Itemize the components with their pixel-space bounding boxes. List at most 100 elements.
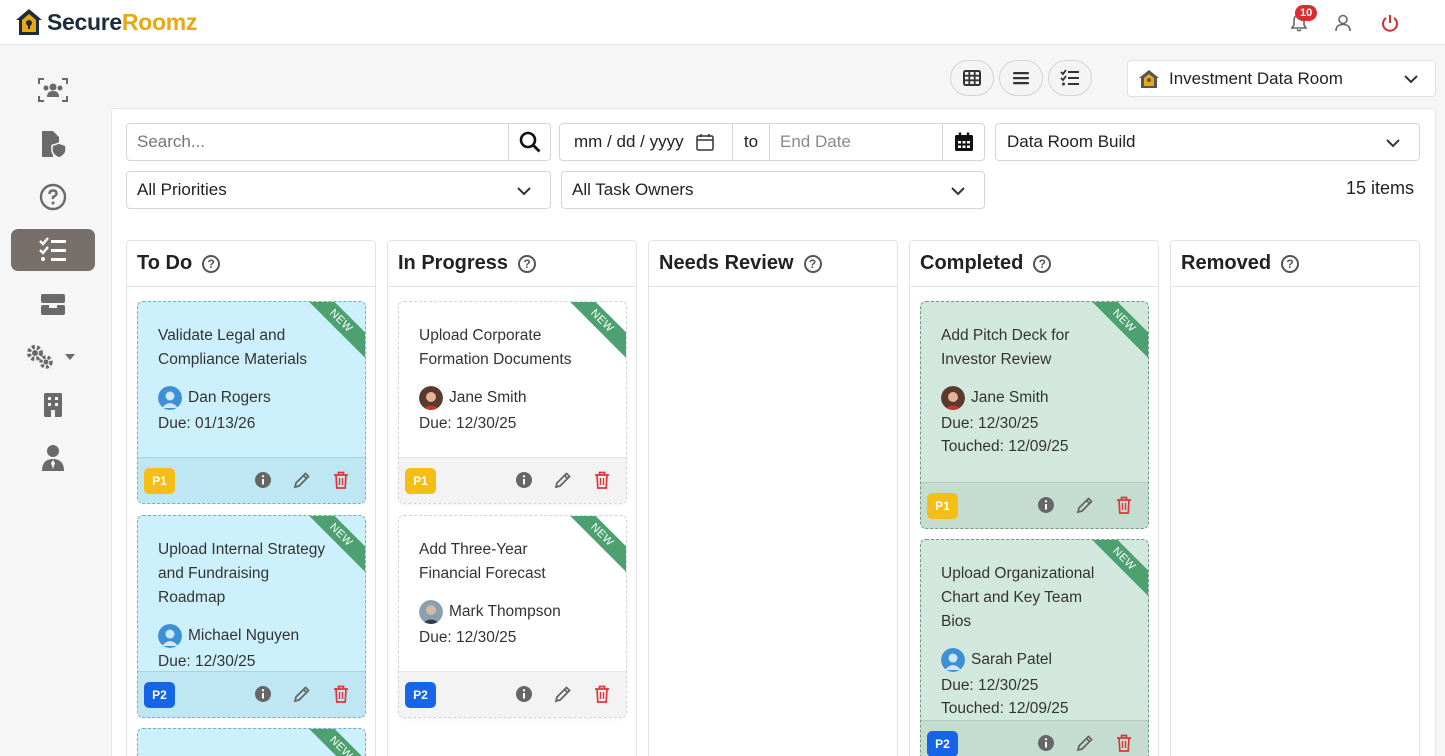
- brand-name: SecureRoomz: [47, 8, 198, 35]
- edit-icon[interactable]: [292, 684, 312, 704]
- info-icon[interactable]: [253, 470, 273, 490]
- category-select[interactable]: Data Room Build: [995, 123, 1420, 161]
- to-label: to: [733, 124, 770, 160]
- task-due: Due: 01/13/26: [158, 415, 256, 432]
- info-icon[interactable]: [253, 684, 273, 704]
- task-card[interactable]: NEW Upload Internal Strategy and Fundrai…: [137, 515, 366, 718]
- task-title: Upload Organizational Chart and Key Team…: [941, 565, 1095, 630]
- info-icon[interactable]: [514, 470, 534, 490]
- sidebar-item-help[interactable]: [11, 176, 95, 218]
- edit-icon[interactable]: [292, 470, 312, 490]
- edit-icon[interactable]: [553, 684, 573, 704]
- help-icon[interactable]: ?: [518, 254, 537, 273]
- task-title: Add Pitch Deck for Investor Review: [941, 327, 1070, 368]
- task-card[interactable]: NEW: [137, 728, 366, 756]
- task-title: Add Three-Year Financial Forecast: [419, 541, 546, 582]
- task-card[interactable]: NEW Add Three-Year Financial Forecast Ma…: [398, 515, 627, 718]
- sidebar-item-team[interactable]: [11, 69, 95, 111]
- search-input[interactable]: [137, 132, 507, 152]
- logo-house-icon: [16, 9, 42, 35]
- sidebar-item-buildings[interactable]: [11, 384, 95, 426]
- card-footer: P1: [399, 457, 626, 503]
- secure-doc-icon: [42, 131, 67, 159]
- avatar: [941, 648, 965, 672]
- owner-value: All Task Owners: [572, 180, 694, 199]
- category-value: Data Room Build: [1007, 132, 1136, 151]
- task-card[interactable]: NEW Add Pitch Deck for Investor Review J…: [920, 301, 1149, 529]
- chevron-down-icon: [65, 354, 75, 360]
- calendar-button[interactable]: [943, 124, 984, 160]
- avatar: [419, 386, 443, 410]
- column-title: In Progress: [398, 252, 509, 274]
- help-icon[interactable]: ?: [1281, 254, 1300, 273]
- task-view-button[interactable]: [1048, 60, 1092, 96]
- avatar: [941, 386, 965, 410]
- sidebar-item-users[interactable]: [11, 437, 95, 479]
- priority-select[interactable]: All Priorities: [126, 171, 551, 209]
- chevron-down-icon: [951, 187, 965, 196]
- list-view-button[interactable]: [999, 60, 1043, 96]
- info-icon[interactable]: [514, 684, 534, 704]
- edit-icon[interactable]: [553, 470, 573, 490]
- grid-view-button[interactable]: [950, 60, 994, 96]
- task-card[interactable]: NEW Validate Legal and Compliance Materi…: [137, 301, 366, 504]
- help-icon[interactable]: ?: [1033, 254, 1052, 273]
- priority-badge: P2: [927, 730, 958, 756]
- help-icon[interactable]: ?: [202, 254, 221, 273]
- task-due: Due: 12/30/25: [941, 415, 1039, 432]
- team-icon: [38, 78, 68, 102]
- items-count: 15 items: [1346, 178, 1415, 198]
- start-date-placeholder: mm / dd / yyyy: [574, 132, 684, 151]
- sidebar-item-settings[interactable]: [11, 336, 95, 378]
- user-icon: [42, 445, 64, 471]
- owner-name: Jane Smith: [449, 389, 527, 406]
- end-date-placeholder: End Date: [780, 132, 851, 151]
- logo[interactable]: SecureRoomz: [14, 7, 197, 37]
- delete-icon[interactable]: [331, 684, 351, 704]
- delete-icon[interactable]: [592, 470, 612, 490]
- owner-name: Dan Rogers: [188, 389, 271, 406]
- task-due: Due: 12/30/25: [419, 415, 517, 432]
- column-header: To Do ?: [127, 241, 375, 287]
- card-footer: P1: [138, 457, 365, 503]
- column-title: Removed: [1181, 252, 1272, 274]
- start-date-input[interactable]: mm / dd / yyyy: [560, 124, 733, 160]
- column-header: In Progress ?: [388, 241, 636, 287]
- task-card[interactable]: NEW Upload Corporate Formation Documents…: [398, 301, 627, 504]
- end-date-input[interactable]: End Date: [770, 124, 943, 160]
- new-ribbon: NEW: [299, 729, 365, 756]
- delete-icon[interactable]: [1114, 495, 1134, 515]
- owner-name: Michael Nguyen: [188, 627, 300, 644]
- edit-icon[interactable]: [1075, 495, 1095, 515]
- sidebar-item-tasks[interactable]: [11, 229, 95, 271]
- info-icon[interactable]: [1036, 495, 1056, 515]
- priority-value: All Priorities: [137, 180, 227, 199]
- edit-icon[interactable]: [1075, 733, 1095, 753]
- date-range: mm / dd / yyyy to End Date: [559, 123, 985, 161]
- top-bar: SecureRoomz 10: [0, 0, 1445, 45]
- card-footer: P1: [921, 482, 1148, 528]
- delete-icon[interactable]: [331, 470, 351, 490]
- power-icon[interactable]: [1378, 11, 1402, 35]
- owner-select[interactable]: All Task Owners: [561, 171, 985, 209]
- delete-icon[interactable]: [1114, 733, 1134, 753]
- task-owner: Dan Rogers: [158, 386, 345, 410]
- sidebar-item-secure-documents[interactable]: [11, 123, 95, 165]
- data-room-label: Investment Data Room: [1169, 68, 1343, 88]
- profile-icon[interactable]: [1331, 11, 1355, 35]
- calendar-icon: [954, 132, 973, 151]
- task-card[interactable]: NEW Upload Organizational Chart and Key …: [920, 539, 1149, 756]
- search-button[interactable]: [508, 124, 550, 160]
- data-room-select[interactable]: Investment Data Room: [1127, 60, 1436, 97]
- info-icon[interactable]: [1036, 733, 1056, 753]
- task-owner: Jane Smith: [941, 386, 1128, 410]
- avatar: [158, 624, 182, 648]
- avatar: [419, 600, 443, 624]
- column-removed: Removed ?: [1170, 240, 1420, 756]
- priority-badge: P1: [927, 492, 958, 519]
- help-icon[interactable]: ?: [803, 254, 822, 273]
- delete-icon[interactable]: [592, 684, 612, 704]
- sidebar-item-inbox[interactable]: [11, 283, 95, 325]
- search-box: [126, 123, 551, 161]
- help-icon: [39, 183, 67, 211]
